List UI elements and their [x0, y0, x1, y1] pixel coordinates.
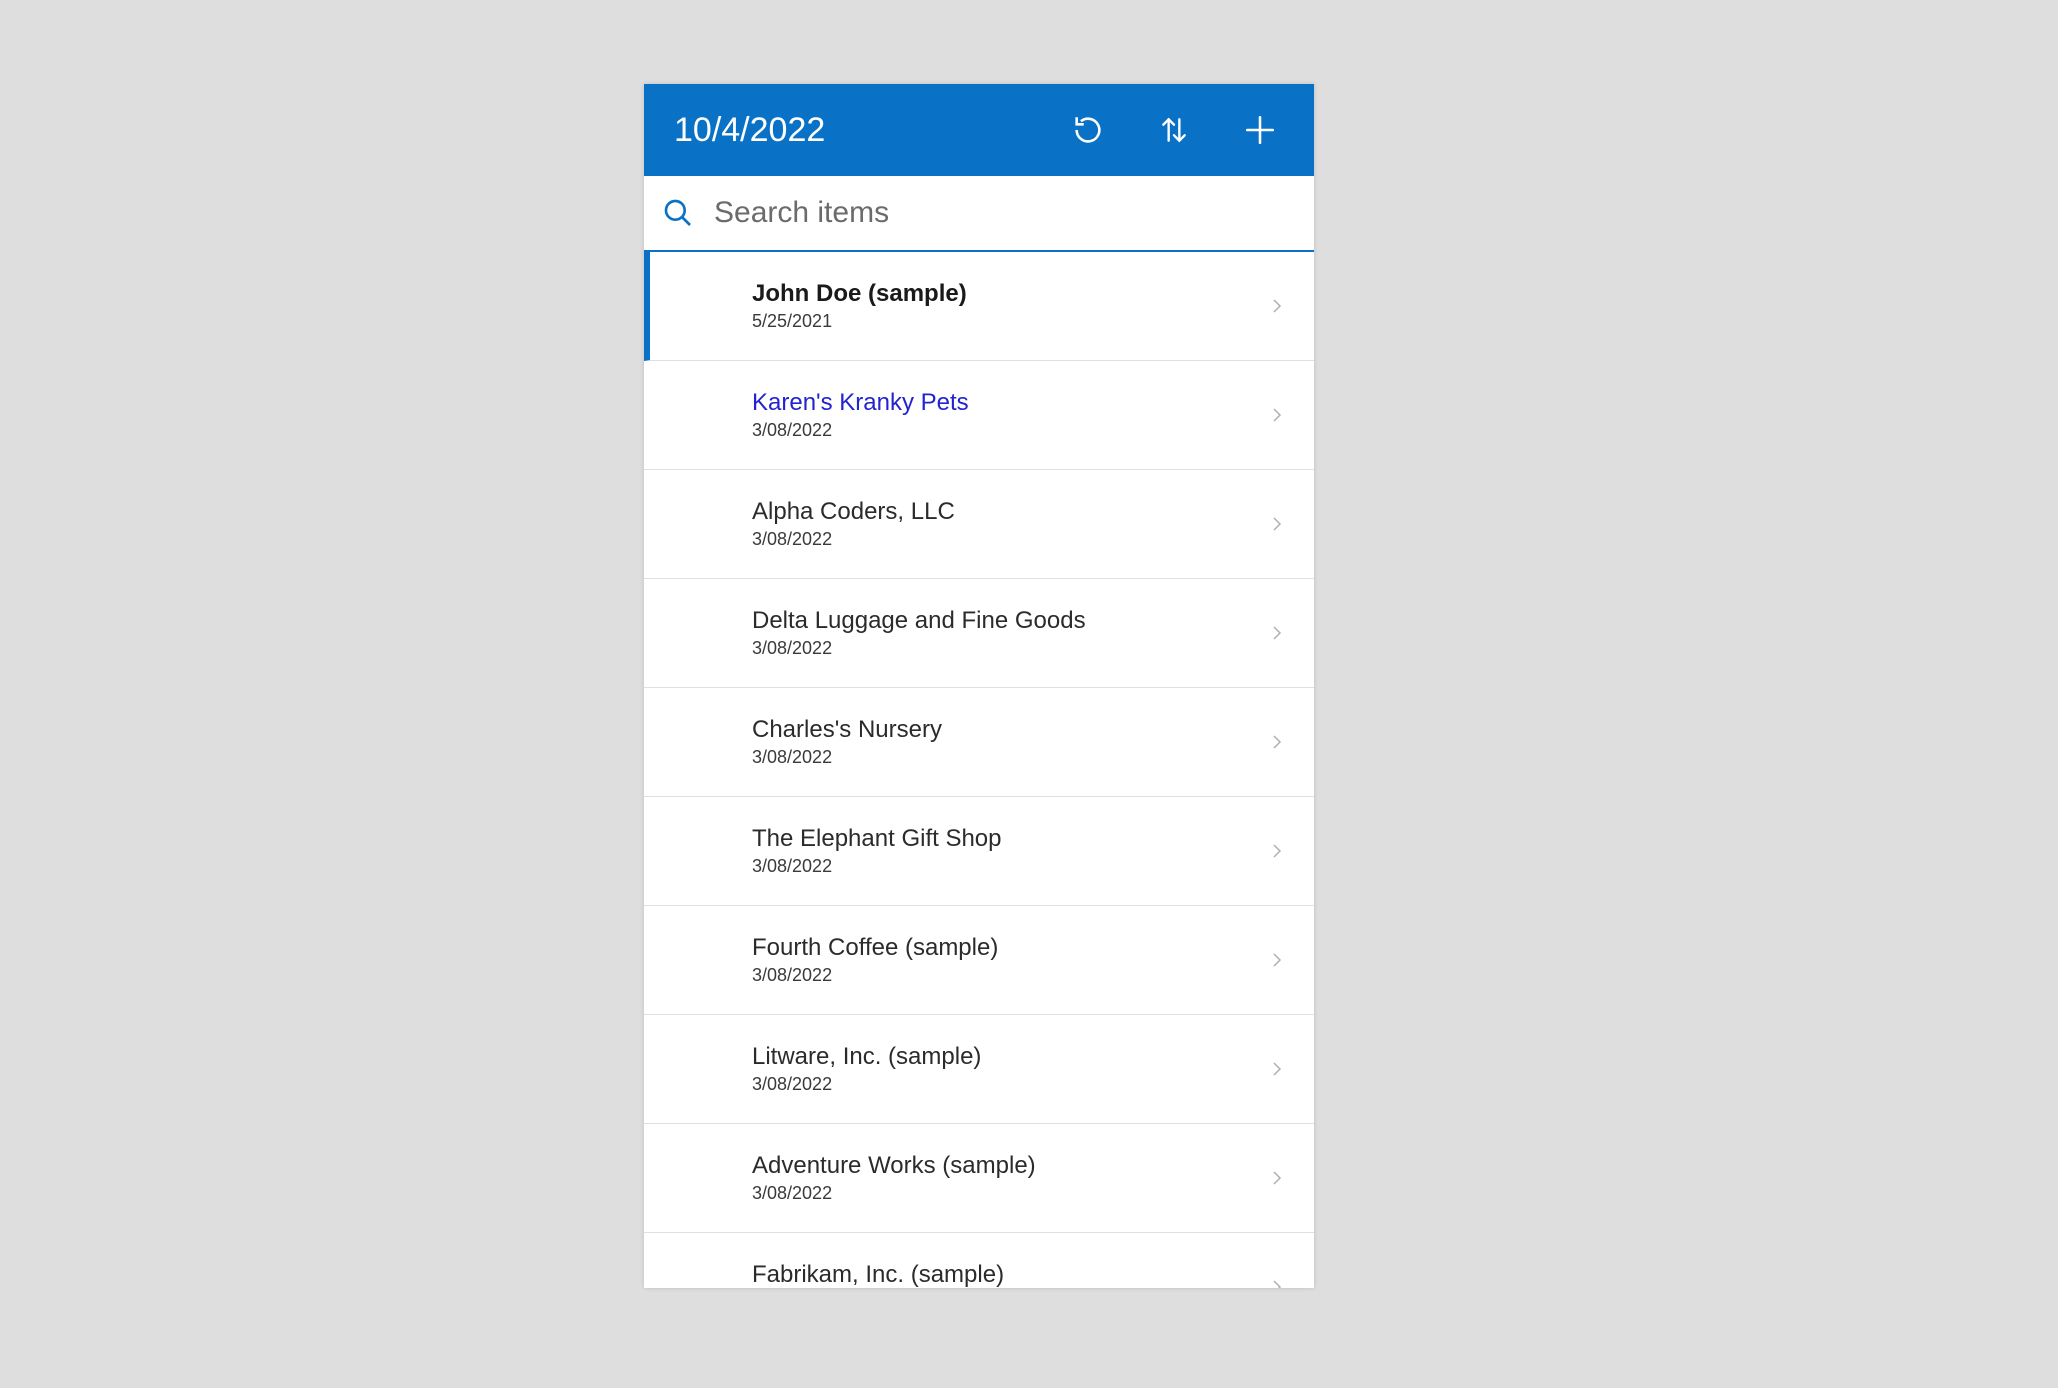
list-item-text: Fabrikam, Inc. (sample)3/08/2022	[752, 1261, 1264, 1288]
list-item[interactable]: Fourth Coffee (sample)3/08/2022	[644, 906, 1314, 1015]
chevron-right-icon	[1264, 511, 1290, 537]
chevron-right-icon	[1264, 1274, 1290, 1288]
list-item-text: Delta Luggage and Fine Goods3/08/2022	[752, 607, 1264, 659]
list-item-date: 5/25/2021	[752, 311, 1264, 332]
list-item-title: The Elephant Gift Shop	[752, 825, 1264, 854]
list-item[interactable]: John Doe (sample)5/25/2021	[644, 252, 1314, 361]
header-title: 10/4/2022	[674, 111, 1068, 150]
list-item-date: 3/08/2022	[752, 1183, 1264, 1204]
list-item[interactable]: Alpha Coders, LLC3/08/2022	[644, 470, 1314, 579]
list-item[interactable]: Adventure Works (sample)3/08/2022	[644, 1124, 1314, 1233]
list-item-title: Alpha Coders, LLC	[752, 498, 1264, 527]
search-bar	[644, 176, 1314, 252]
list-item-date: 3/08/2022	[752, 529, 1264, 550]
list-item-text: Charles's Nursery3/08/2022	[752, 716, 1264, 768]
list-item-date: 3/08/2022	[752, 1074, 1264, 1095]
list-item-title: Fabrikam, Inc. (sample)	[752, 1261, 1264, 1288]
list-item-text: The Elephant Gift Shop3/08/2022	[752, 825, 1264, 877]
chevron-right-icon	[1264, 838, 1290, 864]
list-item[interactable]: Litware, Inc. (sample)3/08/2022	[644, 1015, 1314, 1124]
chevron-right-icon	[1264, 1165, 1290, 1191]
plus-icon	[1243, 113, 1277, 147]
list-item-date: 3/08/2022	[752, 420, 1264, 441]
refresh-icon	[1071, 113, 1105, 147]
chevron-right-icon	[1264, 402, 1290, 428]
list-item-date: 3/08/2022	[752, 638, 1264, 659]
list-item-title: Charles's Nursery	[752, 716, 1264, 745]
add-button[interactable]	[1240, 110, 1280, 150]
chevron-right-icon	[1264, 1056, 1290, 1082]
list-item-text: Alpha Coders, LLC3/08/2022	[752, 498, 1264, 550]
app-frame: 10/4/2022	[644, 84, 1314, 1288]
list-item[interactable]: Charles's Nursery3/08/2022	[644, 688, 1314, 797]
list-item-date: 3/08/2022	[752, 965, 1264, 986]
sort-icon	[1158, 112, 1190, 148]
list-item-title: Adventure Works (sample)	[752, 1152, 1264, 1181]
list-item-text: Fourth Coffee (sample)3/08/2022	[752, 934, 1264, 986]
search-input[interactable]	[712, 195, 1296, 231]
list-item-title: Delta Luggage and Fine Goods	[752, 607, 1264, 636]
list-item-title[interactable]: Karen's Kranky Pets	[752, 389, 1264, 418]
sort-button[interactable]	[1154, 110, 1194, 150]
list-item-title: Fourth Coffee (sample)	[752, 934, 1264, 963]
header-actions	[1068, 110, 1294, 150]
search-icon	[662, 197, 694, 229]
chevron-right-icon	[1264, 293, 1290, 319]
list-item-date: 3/08/2022	[752, 856, 1264, 877]
list-item-title: John Doe (sample)	[752, 280, 1264, 309]
list-item-text: Litware, Inc. (sample)3/08/2022	[752, 1043, 1264, 1095]
list-item-text: Adventure Works (sample)3/08/2022	[752, 1152, 1264, 1204]
list-item[interactable]: Karen's Kranky Pets3/08/2022	[644, 361, 1314, 470]
list-item-text: John Doe (sample)5/25/2021	[752, 280, 1264, 332]
chevron-right-icon	[1264, 620, 1290, 646]
header-bar: 10/4/2022	[644, 84, 1314, 176]
list-item-text: Karen's Kranky Pets3/08/2022	[752, 389, 1264, 441]
chevron-right-icon	[1264, 729, 1290, 755]
refresh-button[interactable]	[1068, 110, 1108, 150]
list-item-date: 3/08/2022	[752, 747, 1264, 768]
list-item[interactable]: Delta Luggage and Fine Goods3/08/2022	[644, 579, 1314, 688]
item-list: John Doe (sample)5/25/2021 Karen's Kranky…	[644, 252, 1314, 1288]
list-item[interactable]: The Elephant Gift Shop3/08/2022	[644, 797, 1314, 906]
list-item[interactable]: Fabrikam, Inc. (sample)3/08/2022	[644, 1233, 1314, 1288]
list-item-title: Litware, Inc. (sample)	[752, 1043, 1264, 1072]
chevron-right-icon	[1264, 947, 1290, 973]
